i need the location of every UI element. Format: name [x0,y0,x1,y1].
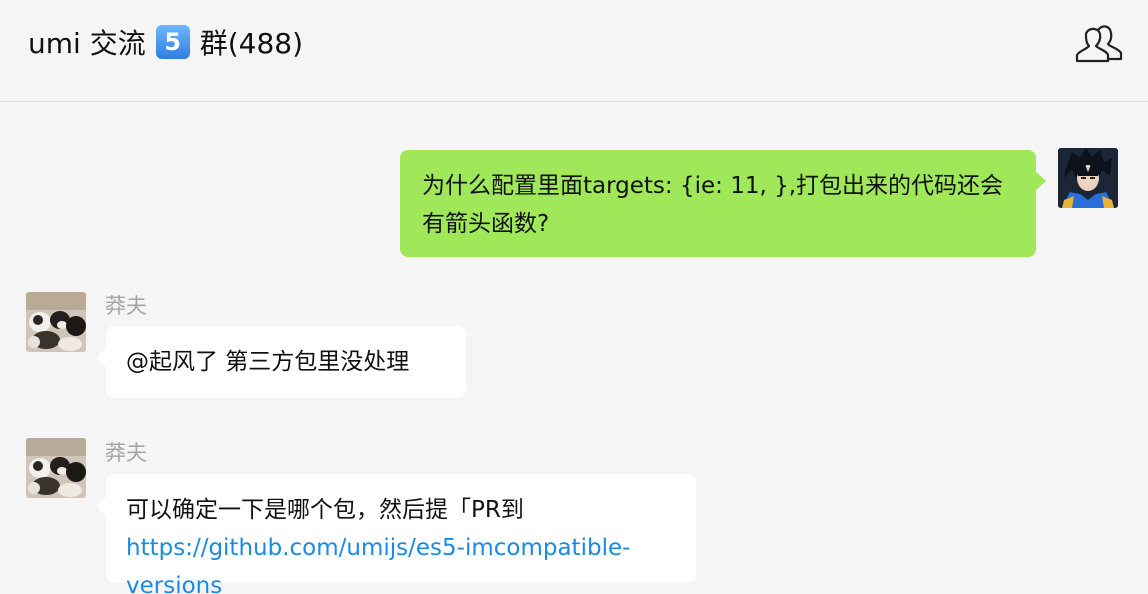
group-members-button[interactable] [1074,22,1124,64]
message-list[interactable]: 为什么配置里面targets: {ie: 11, },打包出来的代码还会有箭头函… [0,103,1148,594]
anime-boy-avatar-image [1058,148,1118,208]
sender-name: 莽夫 [105,441,147,465]
sender-avatar[interactable] [26,292,86,352]
sender-name: 莽夫 [105,294,147,318]
message-link[interactable]: https://github.com/umijs/es5-imcompatibl… [126,535,630,594]
sender-avatar[interactable] [26,438,86,498]
chat-title-suffix: 群(488) [199,27,303,60]
incoming-message-bubble[interactable]: @起风了 第三方包里没处理 [96,326,466,398]
kittens-avatar-image [26,292,86,352]
chat-title-prefix: umi 交流 [28,27,146,60]
group-members-icon [1075,25,1123,63]
outgoing-message-bubble[interactable]: 为什么配置里面targets: {ie: 11, },打包出来的代码还会有箭头函… [400,150,1046,257]
my-avatar[interactable] [1058,148,1118,208]
message-text: 为什么配置里面targets: {ie: 11, },打包出来的代码还会有箭头函… [422,173,1004,237]
message-text: @起风了 第三方包里没处理 [126,349,410,375]
message-text: 可以确定一下是哪个包，然后提「PR到 [126,497,524,523]
kittens-avatar-image [26,438,86,498]
chat-window: umi 交流 5 群(488) 为什么配置里面targets: {ie: 11,… [0,0,1148,594]
chat-header: umi 交流 5 群(488) [0,0,1148,102]
keycap-five-badge: 5 [155,25,190,59]
chat-title: umi 交流 5 群(488) [28,22,303,62]
incoming-message-bubble[interactable]: 可以确定一下是哪个包，然后提「PR到 https://github.com/um… [96,474,696,594]
